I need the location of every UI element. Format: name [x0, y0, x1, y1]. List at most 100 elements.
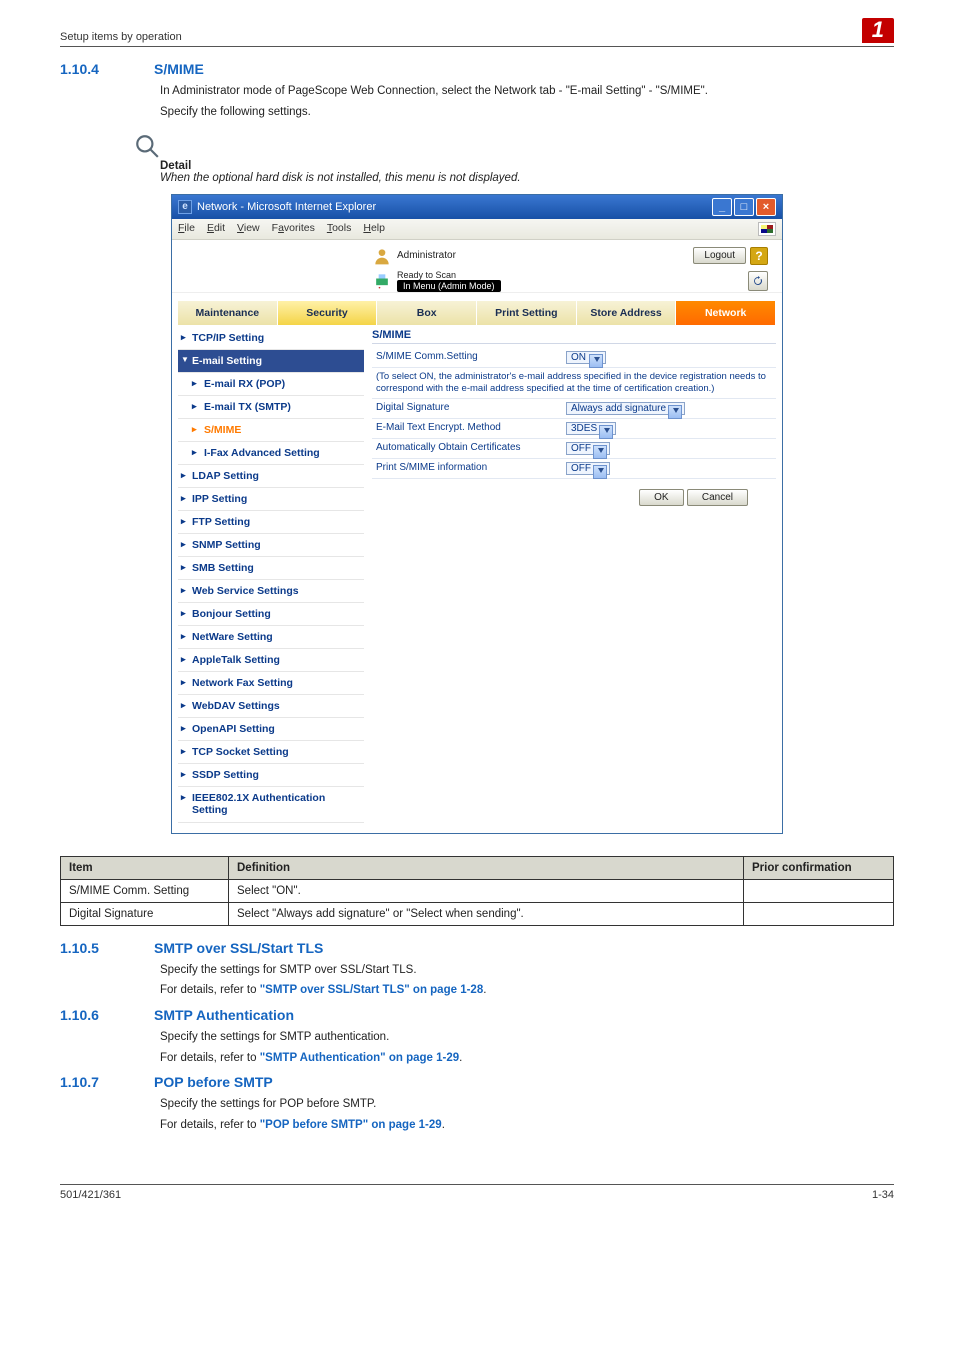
- ie-icon: e: [178, 200, 192, 214]
- cfg-note: (To select ON, the administrator's e-mai…: [372, 367, 776, 399]
- section-number: 1.10.4: [60, 61, 124, 77]
- tab-print-setting[interactable]: Print Setting: [477, 301, 577, 325]
- printer-status: Ready to Scan: [397, 270, 501, 280]
- smime-comm-select[interactable]: ON: [566, 351, 606, 364]
- definition-table: Item Definition Prior confirmation S/MIM…: [60, 856, 894, 926]
- sidebar-item-smime[interactable]: S/MIME: [178, 419, 364, 442]
- tab-box[interactable]: Box: [377, 301, 477, 325]
- sidebar-item-networkfax[interactable]: Network Fax Setting: [178, 672, 364, 695]
- sidebar-item-netware[interactable]: NetWare Setting: [178, 626, 364, 649]
- sidebar-item-ssdp[interactable]: SSDP Setting: [178, 764, 364, 787]
- section-paragraph: For details, refer to "POP before SMTP" …: [160, 1117, 894, 1134]
- tab-bar: Maintenance Security Box Print Setting S…: [178, 301, 776, 325]
- table-row: Digital Signature Select "Always add sig…: [61, 902, 894, 925]
- sidebar-item-ldap[interactable]: LDAP Setting: [178, 465, 364, 488]
- ie-throbber-icon: [758, 222, 776, 236]
- help-button[interactable]: ?: [750, 247, 768, 265]
- menu-help[interactable]: Help: [363, 222, 385, 236]
- sidebar-item-ifax[interactable]: I-Fax Advanced Setting: [178, 442, 364, 465]
- cfg-label: Automatically Obtain Certificates: [372, 439, 562, 459]
- section-title: POP before SMTP: [154, 1074, 273, 1090]
- section-1-10-5-heading: 1.10.5 SMTP over SSL/Start TLS: [60, 940, 894, 956]
- administrator-icon: [372, 246, 392, 266]
- th-prior: Prior confirmation: [744, 856, 894, 879]
- digital-signature-select[interactable]: Always add signature: [566, 402, 685, 415]
- table-row: S/MIME Comm. Setting Select "ON".: [61, 879, 894, 902]
- administrator-label: Administrator: [397, 250, 456, 261]
- sidebar-item-tcpsocket[interactable]: TCP Socket Setting: [178, 741, 364, 764]
- logout-button[interactable]: Logout: [693, 247, 746, 264]
- section-paragraph: For details, refer to "SMTP over SSL/Sta…: [160, 982, 894, 999]
- page-header: Setup items by operation 1: [60, 18, 894, 47]
- window-title: Network - Microsoft Internet Explorer: [197, 201, 712, 213]
- section-paragraph: For details, refer to "SMTP Authenticati…: [160, 1050, 894, 1067]
- th-item: Item: [61, 856, 229, 879]
- panel-title: S/MIME: [372, 329, 776, 344]
- tab-maintenance[interactable]: Maintenance: [178, 301, 278, 325]
- sidebar-item-bonjour[interactable]: Bonjour Setting: [178, 603, 364, 626]
- sidebar-item-openapi[interactable]: OpenAPI Setting: [178, 718, 364, 741]
- sidebar: TCP/IP Setting E-mail Setting E-mail RX …: [178, 325, 364, 823]
- header-left: Setup items by operation: [60, 31, 182, 43]
- footer-left: 501/421/361: [60, 1189, 121, 1201]
- tab-network[interactable]: Network: [676, 301, 776, 325]
- config-table: S/MIME Comm.Setting ON (To select ON, th…: [372, 348, 776, 480]
- cfg-label: E-Mail Text Encrypt. Method: [372, 419, 562, 439]
- ok-button[interactable]: OK: [639, 489, 683, 506]
- sidebar-item-ftp[interactable]: FTP Setting: [178, 511, 364, 534]
- cfg-label: Print S/MIME information: [372, 459, 562, 479]
- minimize-button[interactable]: _: [712, 198, 732, 216]
- sidebar-item-smb[interactable]: SMB Setting: [178, 557, 364, 580]
- refresh-icon: [752, 275, 764, 287]
- print-smime-select[interactable]: OFF: [566, 462, 610, 475]
- sidebar-item-webservice[interactable]: Web Service Settings: [178, 580, 364, 603]
- sidebar-item-appletalk[interactable]: AppleTalk Setting: [178, 649, 364, 672]
- encrypt-method-select[interactable]: 3DES: [566, 422, 616, 435]
- content-panel: S/MIME S/MIME Comm.Setting ON (To select…: [364, 325, 776, 823]
- maximize-button[interactable]: □: [734, 198, 754, 216]
- page-footer: 501/421/361 1-34: [60, 1184, 894, 1201]
- embedded-screenshot: e Network - Microsoft Internet Explorer …: [171, 194, 783, 834]
- sidebar-item-email-rx[interactable]: E-mail RX (POP): [178, 373, 364, 396]
- section-paragraph: Specify the following settings.: [160, 104, 894, 121]
- section-number: 1.10.5: [60, 940, 124, 956]
- footer-right: 1-34: [872, 1189, 894, 1201]
- section-1-10-7-heading: 1.10.7 POP before SMTP: [60, 1074, 894, 1090]
- cfg-label: Digital Signature: [372, 399, 562, 419]
- menu-view[interactable]: View: [237, 222, 260, 236]
- menu-tools[interactable]: Tools: [327, 222, 352, 236]
- menu-edit[interactable]: Edit: [207, 222, 225, 236]
- sidebar-item-webdav[interactable]: WebDAV Settings: [178, 695, 364, 718]
- sidebar-item-email[interactable]: E-mail Setting: [178, 350, 364, 373]
- mode-label: In Menu (Admin Mode): [397, 280, 501, 292]
- th-definition: Definition: [229, 856, 744, 879]
- sidebar-item-ipp[interactable]: IPP Setting: [178, 488, 364, 511]
- menu-file[interactable]: File: [178, 222, 195, 236]
- section-paragraph: Specify the settings for SMTP over SSL/S…: [160, 962, 894, 979]
- sidebar-item-snmp[interactable]: SNMP Setting: [178, 534, 364, 557]
- sidebar-item-ieee8021x[interactable]: IEEE802.1X Authentication Setting: [178, 787, 364, 823]
- tab-security[interactable]: Security: [278, 301, 378, 325]
- section-title: SMTP Authentication: [154, 1007, 294, 1023]
- tab-store-address[interactable]: Store Address: [577, 301, 677, 325]
- detail-text: When the optional hard disk is not insta…: [160, 172, 894, 184]
- sidebar-item-tcpip[interactable]: TCP/IP Setting: [178, 327, 364, 350]
- window-menubar[interactable]: File Edit View Favorites Tools Help: [172, 219, 782, 240]
- section-paragraph: Specify the settings for POP before SMTP…: [160, 1096, 894, 1113]
- close-button[interactable]: ×: [756, 198, 776, 216]
- section-title: S/MIME: [154, 61, 204, 77]
- auto-cert-select[interactable]: OFF: [566, 442, 610, 455]
- sidebar-item-email-tx[interactable]: E-mail TX (SMTP): [178, 396, 364, 419]
- menu-favorites[interactable]: Favorites: [272, 222, 315, 236]
- window-titlebar[interactable]: e Network - Microsoft Internet Explorer …: [172, 195, 782, 219]
- printer-icon: [372, 271, 392, 291]
- cfg-label: S/MIME Comm.Setting: [372, 348, 562, 368]
- cross-ref-link[interactable]: "SMTP Authentication" on page 1-29: [260, 1052, 459, 1064]
- cancel-button[interactable]: Cancel: [687, 489, 748, 506]
- cross-ref-link[interactable]: "SMTP over SSL/Start TLS" on page 1-28: [260, 984, 484, 996]
- section-1-10-4-heading: 1.10.4 S/MIME: [60, 61, 894, 77]
- chapter-badge: 1: [862, 18, 894, 43]
- refresh-button[interactable]: [748, 271, 768, 291]
- cross-ref-link[interactable]: "POP before SMTP" on page 1-29: [260, 1119, 442, 1131]
- detail-label: Detail: [160, 160, 894, 172]
